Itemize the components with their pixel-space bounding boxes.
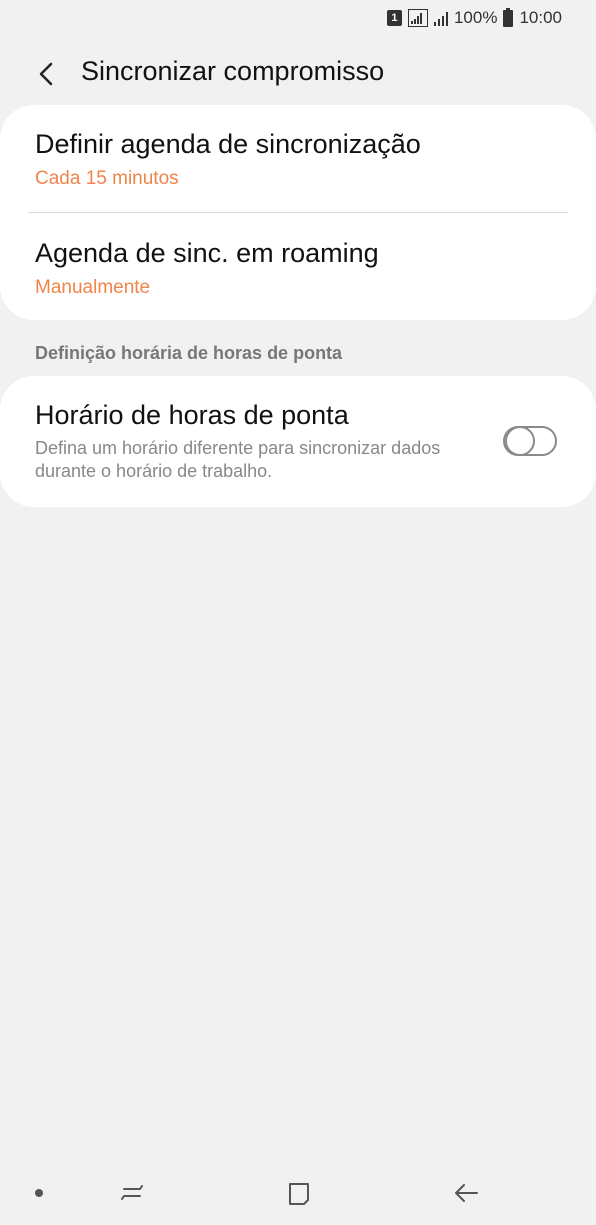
- sync-settings-card: Definir agenda de sincronização Cada 15 …: [0, 105, 596, 320]
- roaming-schedule-value: Manualmente: [35, 277, 151, 298]
- recent-apps-icon[interactable]: [118, 1180, 146, 1206]
- toggle-knob: [505, 426, 535, 456]
- page-title: Sincronizar compromisso: [81, 56, 385, 86]
- peak-hours-toggle[interactable]: [503, 426, 557, 456]
- nav-back-icon[interactable]: [452, 1180, 480, 1206]
- section-header-peak: Definição horária de horas de ponta: [35, 343, 343, 363]
- back-arrow-icon[interactable]: [36, 60, 56, 88]
- peak-hours-item[interactable]: Horário de horas de ponta Defina um horá…: [35, 400, 475, 483]
- battery-percentage: 100%: [453, 8, 498, 27]
- peak-hours-description: Defina um horário diferente para sincron…: [35, 438, 441, 481]
- sim-icon: 1: [386, 10, 402, 26]
- sync-schedule-item[interactable]: Definir agenda de sincronização Cada 15 …: [35, 129, 421, 190]
- roaming-schedule-item[interactable]: Agenda de sinc. em roaming Manualmente: [35, 238, 379, 299]
- navigation-bar: [0, 1160, 596, 1225]
- peak-hours-card[interactable]: Horário de horas de ponta Defina um horá…: [0, 376, 596, 507]
- battery-icon: [503, 7, 514, 27]
- volte-signal-icon: [407, 9, 428, 27]
- clock: 10:00: [519, 8, 562, 27]
- sync-schedule-title: Definir agenda de sincronização: [35, 129, 421, 159]
- nav-hide-dot-icon[interactable]: [35, 1189, 43, 1197]
- app-header: Sincronizar compromisso: [0, 52, 596, 92]
- sim-label: 1: [391, 12, 398, 24]
- status-bar: 1 100% 10:00: [0, 0, 596, 36]
- signal-strength-icon: [433, 11, 448, 26]
- divider: [28, 212, 568, 213]
- roaming-schedule-title: Agenda de sinc. em roaming: [35, 238, 379, 268]
- peak-hours-title: Horário de horas de ponta: [35, 400, 349, 430]
- sync-schedule-value: Cada 15 minutos: [35, 168, 179, 189]
- home-icon[interactable]: [286, 1180, 312, 1206]
